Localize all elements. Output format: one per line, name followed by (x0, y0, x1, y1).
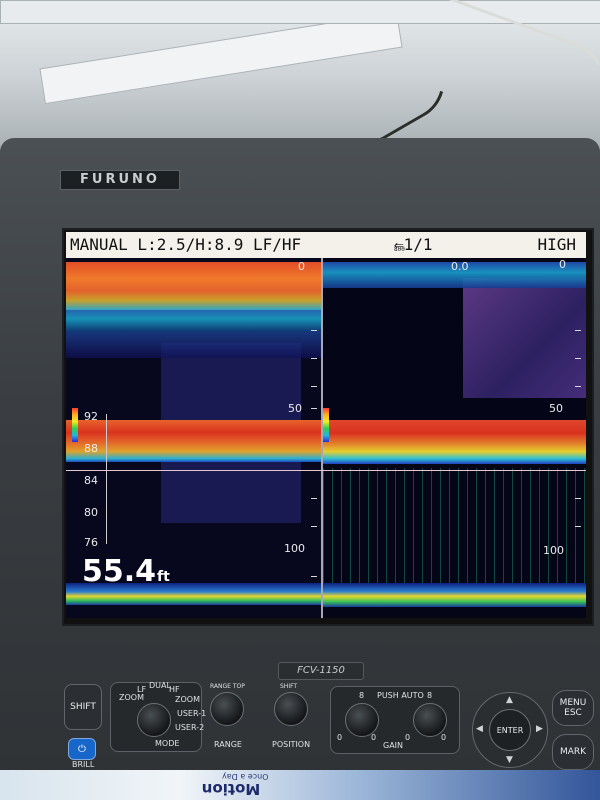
tick-mark (575, 526, 581, 527)
power-icon: ⏻ (78, 743, 86, 755)
right-depth-50: 50 (549, 402, 563, 415)
mode-user1-label: USER-1 (177, 709, 207, 718)
gain-control-group: 8 PUSH AUTO 8 0 0 0 0 GAIN (330, 686, 460, 754)
temp-label-80: 80 (84, 506, 98, 519)
position-knob[interactable] (274, 692, 308, 726)
mode-label: MODE (155, 739, 180, 748)
temp-label-84: 84 (84, 474, 98, 487)
tick-mark (311, 526, 317, 527)
temp-label-92: 92 (84, 410, 98, 423)
mode-status: MANUAL L:2.5/H:8.9 LF/HF (70, 235, 302, 254)
temp-label-76: 76 (84, 536, 98, 549)
temperature-color-scale (72, 408, 78, 442)
tick-mark (311, 576, 317, 577)
mode-zoom-left-label: ZOOM (119, 693, 144, 702)
brand-logo: FURUNO (60, 170, 180, 190)
depth-cursor-line (66, 470, 586, 471)
bottom-echo-band (66, 420, 321, 462)
tick-mark (311, 358, 317, 359)
page-indicator: ⇐1/1 800 (394, 235, 433, 254)
tick-mark (575, 358, 581, 359)
range-label: RANGE (214, 740, 242, 749)
power-label: BRILL (72, 760, 95, 769)
depth-readout: 55.4ft (82, 554, 170, 589)
tick-mark (311, 386, 317, 387)
left-depth-50: 50 (288, 402, 302, 415)
surface-noise-band (66, 310, 321, 332)
right-depth-0: 0 (559, 258, 566, 271)
gain-lf-knob[interactable] (345, 703, 379, 737)
tick-mark (575, 498, 581, 499)
mode-user2-label: USER-2 (175, 723, 205, 732)
gain-left-zero: 0 (371, 733, 377, 742)
right-top-value: 0.0 (451, 260, 469, 273)
range-top-label: RANGE TOP (210, 683, 245, 690)
echogram-display: 92 88 84 80 76 0 50 100 55.4ft 0.0 0 50 … (66, 258, 586, 618)
arrow-right-icon[interactable]: ▶ (536, 724, 543, 734)
tick-mark (311, 498, 317, 499)
reflection-patch (463, 278, 586, 398)
status-bar: MANUAL L:2.5/H:8.9 LF/HF ⇐1/1 800 HIGH (66, 232, 586, 258)
arrow-left-icon[interactable]: ◀ (476, 724, 483, 734)
position-label: POSITION (272, 740, 311, 749)
bottom-echo-band (323, 420, 586, 464)
gain-right-max: 8 (427, 691, 433, 700)
cursor-pad[interactable]: ▲ ▼ ◀ ▶ ENTER (472, 692, 548, 768)
mode-hf-label: HF (169, 685, 180, 694)
noise-band (66, 332, 321, 358)
mode-knob[interactable] (137, 703, 171, 737)
tick-mark (311, 330, 317, 331)
surface-echo-band (66, 262, 321, 310)
right-depth-100: 100 (543, 544, 564, 557)
gain-label: GAIN (383, 741, 404, 750)
gain-left-max: 8 (359, 691, 365, 700)
push-auto-label: PUSH AUTO (377, 691, 424, 700)
model-plate: FCV-1150 (278, 662, 364, 680)
foreground-items (0, 770, 600, 800)
tick-mark (575, 330, 581, 331)
noise-streaks (323, 468, 586, 598)
menu-esc-button[interactable]: MENU ESC (552, 690, 594, 726)
power-button[interactable]: ⏻ (68, 738, 96, 760)
mark-button[interactable]: MARK (552, 734, 594, 770)
range-mode: HIGH (537, 235, 576, 254)
temp-label-88: 88 (84, 442, 98, 455)
temp-axis-line (106, 414, 107, 544)
mode-dual-label: DUAL (149, 681, 171, 690)
depth-unit: ft (157, 569, 170, 585)
gain-right-min: 0 (405, 733, 411, 742)
left-echogram-pane: 92 88 84 80 76 0 50 100 55.4ft (66, 258, 321, 618)
enter-button[interactable]: ENTER (489, 709, 531, 751)
mode-control-group: LF DUAL HF ZOOM ZOOM USER-1 USER-2 MODE (110, 681, 206, 752)
motion-sub-label: Once a Day (222, 772, 269, 781)
right-echogram-pane: 0.0 0 50 100 (323, 258, 586, 618)
depth-value: 55.4 (82, 554, 157, 589)
gain-left-min: 0 (337, 733, 343, 742)
seafloor-band (323, 583, 586, 607)
mode-zoom-right-label: ZOOM (175, 695, 200, 704)
right-color-scale (323, 408, 329, 442)
range-knob[interactable] (210, 692, 244, 726)
tick-mark (311, 408, 317, 409)
tick-mark (575, 386, 581, 387)
page-sub-label: 800 (394, 246, 405, 253)
gain-right-zero: 0 (441, 733, 447, 742)
shift-button[interactable]: SHIFT (64, 684, 102, 730)
gain-hf-knob[interactable] (413, 703, 447, 737)
left-depth-100: 100 (284, 542, 305, 555)
left-depth-0: 0 (298, 260, 305, 273)
shift-knob-label: SHIFT (280, 683, 298, 690)
arrow-down-icon[interactable]: ▼ (506, 755, 513, 765)
arrow-up-icon[interactable]: ▲ (506, 695, 513, 705)
